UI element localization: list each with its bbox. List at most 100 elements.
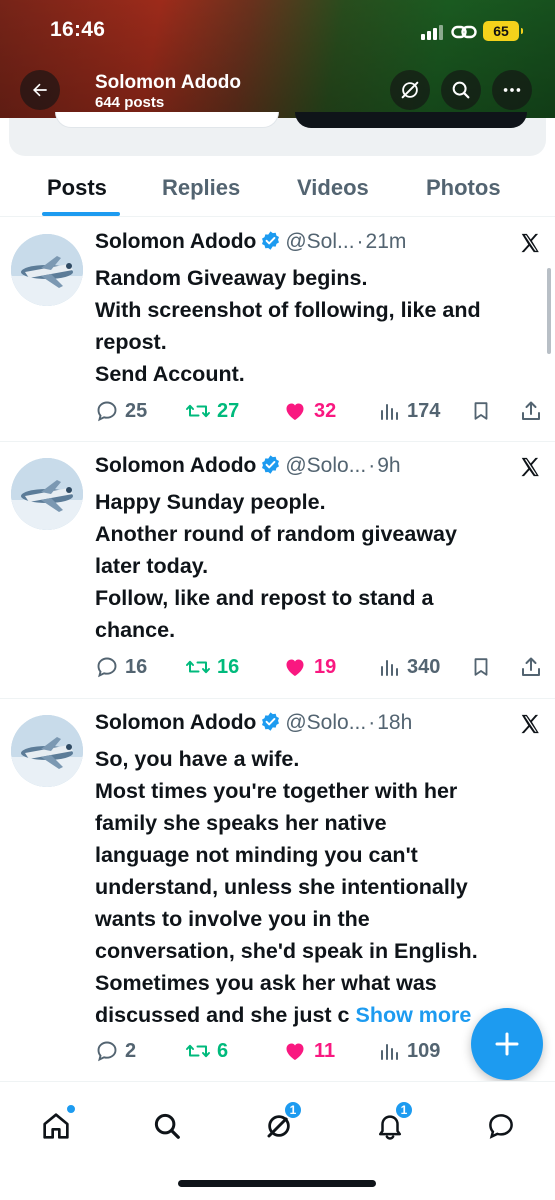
bookmark-icon [474, 658, 488, 676]
post-header: Solomon Adodo @Sol...·21m [95, 230, 406, 260]
x-logo-icon [521, 457, 539, 477]
nav-notifications[interactable]: 1 [370, 1100, 414, 1146]
message-icon [489, 1114, 513, 1139]
author-name[interactable]: Solomon Adodo [95, 454, 256, 477]
author-handle[interactable]: @Solo... [285, 711, 366, 734]
post-line: Send Account. [95, 362, 245, 386]
nav-messages[interactable] [481, 1106, 521, 1146]
more-button[interactable] [492, 70, 532, 110]
post-line: discussed and she just c [95, 1003, 350, 1027]
views-icon [381, 1044, 398, 1060]
post-item[interactable]: Solomon Adodo @Solo...·9h Happy Sunday pe… [0, 442, 555, 699]
plus-icon [495, 1032, 519, 1056]
grok-badge: 1 [283, 1100, 303, 1120]
repost-icon [186, 404, 210, 418]
bookmark-button[interactable] [470, 652, 498, 682]
nav-search[interactable] [147, 1106, 187, 1146]
notifications-badge: 1 [394, 1100, 414, 1120]
heart-icon [286, 659, 304, 676]
back-button[interactable] [20, 70, 60, 110]
post-line: wants to involve you in the [95, 907, 370, 931]
home-new-dot [66, 1104, 76, 1114]
post-time[interactable]: 9h [377, 454, 400, 477]
reply-count: 25 [125, 399, 148, 422]
grok-button[interactable] [390, 70, 430, 110]
search-button[interactable] [441, 70, 481, 110]
avatar[interactable] [11, 715, 83, 787]
tab-videos[interactable]: Videos [297, 175, 369, 201]
verified-badge-icon [262, 455, 280, 474]
post-item[interactable]: Solomon Adodo @Sol...·21m Random Giveaway… [0, 218, 555, 442]
nav-home[interactable] [36, 1104, 76, 1146]
views-button[interactable]: 109 [377, 1036, 440, 1066]
repost-button[interactable]: 27 [185, 396, 239, 426]
status-bar: 16:46 65 [0, 0, 555, 62]
repost-button[interactable]: 6 [185, 1036, 228, 1066]
show-more-link[interactable]: Show more [356, 1003, 472, 1027]
post-actions: 16 16 19 340 [95, 652, 547, 682]
views-button[interactable]: 340 [377, 652, 440, 682]
post-line: So, you have a wife. [95, 747, 300, 771]
search-icon [452, 81, 470, 99]
tab-posts[interactable]: Posts [47, 175, 107, 201]
author-name[interactable]: Solomon Adodo [95, 230, 256, 253]
separator-dot: · [356, 230, 364, 253]
post-line: later today. [95, 554, 209, 578]
like-button[interactable]: 11 [282, 1036, 335, 1066]
repost-count: 6 [217, 1039, 229, 1062]
author-handle[interactable]: @Sol... [285, 230, 354, 253]
verified-badge-icon [262, 712, 280, 731]
views-button[interactable]: 174 [377, 396, 440, 426]
reply-button[interactable]: 16 [95, 652, 147, 682]
status-time: 16:46 [50, 18, 106, 41]
post-actions: 25 27 32 174 [95, 396, 547, 426]
nav-grok[interactable]: 1 [259, 1100, 303, 1146]
bookmark-button[interactable] [470, 396, 498, 426]
share-icon [522, 657, 540, 676]
post-time[interactable]: 21m [366, 230, 407, 253]
reply-count: 2 [125, 1039, 137, 1062]
avatar[interactable] [11, 234, 83, 306]
author-handle[interactable]: @Solo... [285, 454, 366, 477]
more-icon [503, 88, 521, 92]
views-icon [381, 660, 398, 676]
post-time[interactable]: 18h [377, 711, 412, 734]
repost-button[interactable]: 16 [185, 652, 239, 682]
heart-icon [286, 1043, 304, 1060]
reply-button[interactable]: 25 [95, 396, 147, 426]
post-line: conversation, she'd speak in English. [95, 939, 478, 963]
repost-icon [186, 660, 210, 674]
reply-icon [97, 1041, 117, 1062]
tab-replies[interactable]: Replies [162, 175, 240, 201]
x-logo-icon [521, 233, 539, 253]
post-line: Follow, like and repost to stand a [95, 586, 434, 610]
post-text[interactable]: Happy Sunday people. Another round of ra… [95, 486, 547, 646]
repost-icon [186, 1044, 210, 1058]
arrow-left-icon [33, 83, 47, 97]
compose-button[interactable] [471, 1008, 543, 1080]
profile-card-bottom [9, 112, 546, 156]
avatar[interactable] [11, 458, 83, 530]
header-name: Solomon Adodo [95, 72, 241, 93]
post-line: repost. [95, 330, 167, 354]
repost-count: 27 [217, 399, 240, 422]
reply-button[interactable]: 2 [95, 1036, 136, 1066]
author-name[interactable]: Solomon Adodo [95, 711, 256, 734]
battery-indicator: 65 [483, 21, 523, 41]
share-button[interactable] [519, 396, 549, 426]
post-item[interactable]: Solomon Adodo @Solo...·18h So, you have a… [0, 699, 555, 1081]
grok-icon [401, 81, 419, 99]
like-button[interactable]: 32 [282, 396, 336, 426]
separator-dot: · [368, 454, 376, 477]
home-indicator [178, 1180, 376, 1187]
post-text[interactable]: So, you have a wife. Most times you're t… [95, 743, 547, 1031]
post-text[interactable]: Random Giveaway begins. With screenshot … [95, 262, 547, 390]
share-button[interactable] [519, 652, 549, 682]
like-button[interactable]: 19 [282, 652, 336, 682]
post-header: Solomon Adodo @Solo...·9h [95, 454, 401, 484]
post-line: language not minding you can't [95, 843, 418, 867]
post-line: chance. [95, 618, 176, 642]
tab-photos[interactable]: Photos [426, 175, 501, 201]
view-count: 340 [407, 655, 441, 678]
post-line: Sometimes you ask her what was [95, 971, 437, 995]
